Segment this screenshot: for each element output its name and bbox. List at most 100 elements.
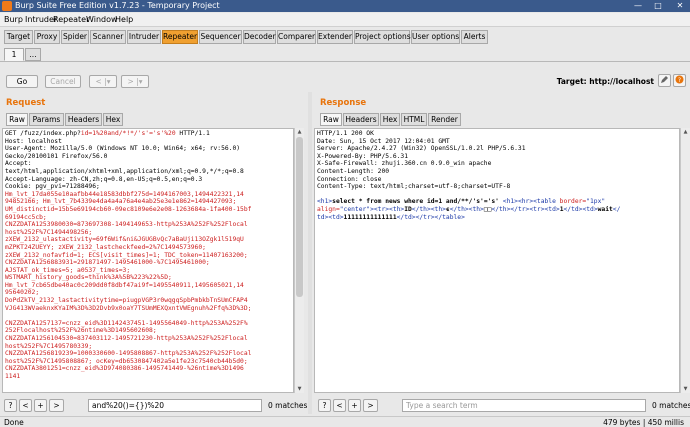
request-line: 69194cc5cb; <box>5 213 47 221</box>
target-label: Target: <box>556 77 587 86</box>
request-line: zXEW_2132_nofavfid=1; ECS[visit_times]=1… <box>5 251 248 259</box>
scroll-thumb[interactable] <box>296 137 303 297</box>
repeater-subtab-bar: 1 ... <box>0 46 690 62</box>
request-line: CNZZDATA1256883931=291871497-1495461000-… <box>5 259 210 267</box>
response-line: td><td>11111111111111</td></tr></table> <box>317 213 465 221</box>
menu-repeater[interactable]: Repeater <box>53 15 89 25</box>
response-line: Server: Apache/2.4.27 (Win32) OpenSSL/1.… <box>317 145 526 153</box>
request-line: Accept-Language: zh-CN,zh;q=0.8,en-US;q=… <box>5 175 203 183</box>
subtab-new[interactable]: ... <box>25 48 41 61</box>
menu-window[interactable]: Window <box>86 15 118 25</box>
request-line: Cookie: pgv_pvi=71288496; <box>5 183 100 191</box>
request-line: Accept: <box>5 160 32 168</box>
request-line: Hm_lvt_7cb65dbe40ac0c209dd0f8dbf47ai9f=1… <box>5 281 244 289</box>
response-line: Date: Sun, 15 Oct 2017 12:04:01 GMT <box>317 137 450 145</box>
request-line: CNZZDATA3801251=cnzz_eid%3D974080386-149… <box>5 365 244 373</box>
request-editor[interactable]: GET /fuzz/index.php?id=1%20and/*!*/'s'='… <box>2 128 294 393</box>
minimize-icon[interactable]: — <box>630 0 646 12</box>
request-search-input[interactable]: and%20()={})%20 <box>88 399 262 412</box>
target-display: Target: http://localhost <box>557 77 654 86</box>
request-line: Host: localhost <box>5 137 62 145</box>
request-line: 95640202; <box>5 289 40 297</box>
request-line: CNZZDATA1257137=cnzz_eid%3D1142437451-14… <box>5 319 248 327</box>
forward-button[interactable]: > |▾ <box>121 75 149 88</box>
request-line: 252Flocalhost%252F%26ntime%3D1495602608; <box>5 327 157 335</box>
request-line: host%252F%7C1494498256; <box>5 228 93 236</box>
tab-decoder[interactable]: Decoder <box>243 30 276 44</box>
response-search-input[interactable]: Type a search term <box>402 399 646 412</box>
request-line: GET /fuzz/index.php?id=1%20and/*!*/'s'='… <box>5 130 210 137</box>
response-title: Response <box>320 98 367 108</box>
scroll-down-icon[interactable]: ▼ <box>295 385 304 393</box>
request-match-count: 0 matches <box>268 401 308 410</box>
go-button[interactable]: Go <box>6 75 38 88</box>
previous-match-icon[interactable]: < <box>19 399 32 412</box>
maximize-icon[interactable]: □ <box>650 0 666 12</box>
status-left: Done <box>4 418 24 427</box>
response-search-row: ? < + > Type a search term 0 matches <box>318 399 690 413</box>
tab-intruder[interactable]: Intruder <box>127 30 161 44</box>
repeater-toolbar: Go Cancel < |▾ > |▾ Target: http://local… <box>0 66 690 90</box>
request-tab-params[interactable]: Params <box>29 113 64 126</box>
response-tab-render[interactable]: Render <box>428 113 461 126</box>
response-tab-hex[interactable]: Hex <box>380 113 400 126</box>
target-value: http://localhost <box>589 77 654 86</box>
main-tab-bar: Target Proxy Spider Scanner Intruder Rep… <box>0 28 690 44</box>
question-icon[interactable]: ? <box>673 74 686 87</box>
response-editor[interactable]: HTTP/1.1 200 OK Date: Sun, 15 Oct 2017 1… <box>314 128 680 393</box>
request-line: VJG413WVaeknxKYaIM%3D%3D2Dvb9x0oaY7TSUmM… <box>5 304 252 312</box>
response-line: align="center"><tr><th>ID</th><th>ϵ</th>… <box>317 205 621 213</box>
tab-repeater[interactable]: Repeater <box>162 30 198 44</box>
previous-match-icon[interactable]: < <box>333 399 346 412</box>
tab-sequencer[interactable]: Sequencer <box>199 30 242 44</box>
request-tab-raw[interactable]: Raw <box>6 113 28 126</box>
next-match-icon[interactable]: > <box>363 399 378 412</box>
request-line: 94852166; Hm_lvt_7b4339e4da4a4a76a4e4ab2… <box>5 198 237 206</box>
request-tab-hex[interactable]: Hex <box>103 113 123 126</box>
request-scrollbar[interactable]: ▲ ▼ <box>294 128 304 393</box>
scroll-down-icon[interactable]: ▼ <box>681 385 690 393</box>
response-line: HTTP/1.1 200 OK <box>317 130 374 137</box>
window-titlebar: Burp Suite Free Edition v1.7.23 - Tempor… <box>0 0 690 12</box>
response-tab-raw[interactable]: Raw <box>320 113 342 126</box>
tab-project-options[interactable]: Project options <box>354 30 411 44</box>
close-icon[interactable]: ✕ <box>672 0 688 12</box>
tab-proxy[interactable]: Proxy <box>34 30 60 44</box>
response-tab-html[interactable]: HTML <box>401 113 427 126</box>
panel-divider[interactable] <box>308 92 312 414</box>
request-tab-headers[interactable]: Headers <box>65 113 102 126</box>
menu-help[interactable]: Help <box>115 15 133 25</box>
back-button[interactable]: < |▾ <box>89 75 117 88</box>
request-line: CNZZDATA1253980030=873697308-1494149653-… <box>5 221 248 229</box>
subtab-1[interactable]: 1 <box>4 48 24 61</box>
status-bar: Done 479 bytes | 450 millis <box>0 416 690 427</box>
help-icon[interactable]: ? <box>318 399 331 412</box>
request-line: host%252F%7C1495780339; <box>5 342 93 350</box>
scroll-up-icon[interactable]: ▲ <box>681 128 690 136</box>
help-icon[interactable]: ? <box>4 399 17 412</box>
request-line: 1141 <box>5 373 21 380</box>
tab-comparer[interactable]: Comparer <box>277 30 316 44</box>
scroll-up-icon[interactable]: ▲ <box>295 128 304 136</box>
response-line: X-Powered-By: PHP/5.6.31 <box>317 152 408 160</box>
response-line: X-Safe-Firewall: zhuji.360.cn 0.9.0_win … <box>317 160 492 168</box>
add-icon[interactable]: + <box>348 399 361 412</box>
burp-logo-icon <box>2 1 12 11</box>
window-title: Burp Suite Free Edition v1.7.23 - Tempor… <box>15 1 220 10</box>
response-tab-headers[interactable]: Headers <box>343 113 379 126</box>
tab-user-options[interactable]: User options <box>411 30 460 44</box>
menu-burp[interactable]: Burp <box>4 15 23 25</box>
add-icon[interactable]: + <box>34 399 47 412</box>
tab-spider[interactable]: Spider <box>61 30 89 44</box>
request-title: Request <box>6 98 46 108</box>
cancel-button[interactable]: Cancel <box>45 75 81 88</box>
tab-scanner[interactable]: Scanner <box>90 30 126 44</box>
request-line: CNZZDATA1256104530=837403112-1495721230-… <box>5 335 248 343</box>
tab-target[interactable]: Target <box>4 30 33 44</box>
pencil-icon[interactable] <box>658 74 671 87</box>
next-match-icon[interactable]: > <box>49 399 64 412</box>
response-scrollbar[interactable]: ▲ ▼ <box>680 128 690 393</box>
tab-extender[interactable]: Extender <box>317 30 353 44</box>
request-line: text/html,application/xhtml+xml,applicat… <box>5 167 244 175</box>
tab-alerts[interactable]: Alerts <box>461 30 488 44</box>
